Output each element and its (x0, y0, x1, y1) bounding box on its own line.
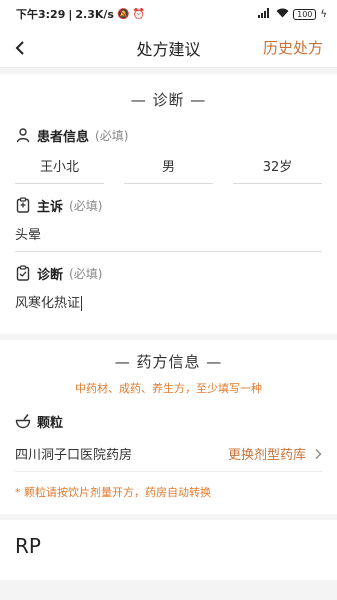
patient-gender-field[interactable]: 男 (124, 152, 213, 184)
rp-card: RP (0, 520, 337, 580)
chevron-left-icon (15, 40, 24, 55)
patient-info-label-row: 患者信息 (必填) (15, 124, 322, 146)
mute-icon: 🔕 (116, 8, 130, 20)
person-icon (15, 127, 31, 143)
prescription-card: — 药方信息 — 中药材、成药、养生方，至少填写一种 颗粒 四川洞子口医院药房 … (0, 340, 337, 514)
nav-bar: 处方建议 历史处方 (0, 28, 337, 68)
complaint-input[interactable]: 头晕 (15, 220, 322, 252)
mortar-icon (15, 413, 31, 429)
diagnosis-label: 诊断 (37, 267, 64, 283)
diagnosis-card: — 诊断 — 患者信息 (必填) 王小北 男 32岁 主诉 (必填) 头晕 诊断… (0, 74, 337, 334)
back-button[interactable] (14, 38, 34, 58)
patient-info-label: 患者信息 (37, 129, 90, 145)
pharmacy-row: 四川洞子口医院药房 更换剂型药库 (15, 436, 322, 472)
diagnosis-section-title: — 诊断 — (130, 91, 207, 109)
battery-icon: 100 (293, 8, 317, 20)
chevron-right-icon (315, 448, 322, 459)
patient-age-field[interactable]: 32岁 (233, 152, 322, 184)
granule-label: 颗粒 (37, 415, 64, 431)
complaint-label-row: 主诉 (必填) (15, 194, 322, 216)
granule-label-row: 颗粒 (15, 410, 322, 432)
status-right: 100 ϟ (258, 7, 327, 21)
diagnosis-input[interactable]: 风寒化热证 (15, 288, 322, 320)
switch-pharmacy-button[interactable]: 更换剂型药库 (228, 444, 322, 463)
prescription-hint: 中药材、成药、养生方，至少填写一种 (75, 382, 262, 395)
complaint-required-hint: (必填) (69, 198, 103, 213)
charging-icon: ϟ (320, 8, 327, 20)
complaint-label: 主诉 (37, 199, 64, 215)
history-prescription-link[interactable]: 历史处方 (263, 37, 323, 58)
status-time: 下午3:29 (16, 8, 66, 21)
status-left: 下午3:29 | 2.3K/s 🔕 ⏰ (16, 6, 145, 22)
text-cursor (81, 296, 83, 311)
signal-icon (258, 7, 272, 21)
clipboard-icon (15, 197, 31, 213)
diagnosis-required-hint: (必填) (69, 266, 103, 281)
switch-pharmacy-label: 更换剂型药库 (227, 448, 306, 463)
status-separator: | (68, 7, 73, 21)
status-bar: 下午3:29 | 2.3K/s 🔕 ⏰ 100 ϟ (0, 0, 337, 28)
status-speed: 2.3K/s (75, 7, 114, 21)
patient-fields-row: 王小北 男 32岁 (15, 152, 322, 184)
alarm-icon: ⏰ (132, 8, 145, 20)
clipboard-check-icon (15, 265, 31, 281)
pharmacy-name: 四川洞子口医院药房 (15, 448, 133, 463)
prescription-section-title: — 药方信息 — (114, 353, 223, 371)
patient-required-hint: (必填) (95, 128, 129, 143)
patient-name-field[interactable]: 王小北 (15, 152, 104, 184)
rp-label: RP (15, 534, 41, 558)
wifi-icon (276, 8, 289, 21)
granule-note: * 颗粒请按饮片剂量开方，药房自动转换 (15, 486, 211, 499)
diagnosis-label-row: 诊断 (必填) (15, 262, 322, 284)
diagnosis-input-text: 风寒化热证 (15, 296, 81, 311)
